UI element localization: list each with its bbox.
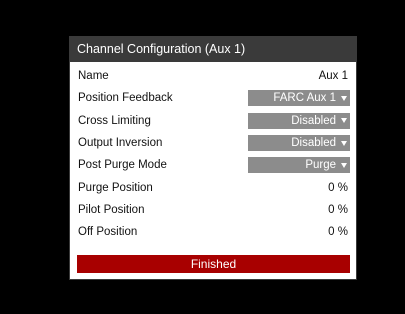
- post-purge-mode-label: Post Purge Mode: [78, 159, 167, 172]
- cross-limiting-select[interactable]: Disabled: [248, 112, 350, 129]
- finished-button[interactable]: Finished: [77, 255, 350, 273]
- caret-down-icon: [341, 118, 347, 124]
- cross-limiting-value: Disabled: [291, 114, 336, 127]
- post-purge-mode-select[interactable]: Purge: [248, 157, 350, 174]
- row-post-purge-mode: Post Purge Mode Purge: [78, 154, 350, 176]
- row-off-position: Off Position 0 %: [78, 221, 350, 243]
- caret-down-icon: [341, 95, 347, 101]
- row-purge-position: Purge Position 0 %: [78, 176, 350, 198]
- row-pilot-position: Pilot Position 0 %: [78, 199, 350, 221]
- channel-configuration-dialog: Channel Configuration (Aux 1) Name Aux 1…: [69, 36, 357, 280]
- post-purge-mode-value: Purge: [305, 159, 336, 172]
- output-inversion-select[interactable]: Disabled: [248, 135, 350, 152]
- row-cross-limiting: Cross Limiting Disabled: [78, 110, 350, 132]
- purge-position-label: Purge Position: [78, 181, 153, 194]
- off-position-label: Off Position: [78, 226, 138, 239]
- position-feedback-value: FARC Aux 1: [273, 92, 336, 105]
- output-inversion-value: Disabled: [291, 137, 336, 150]
- cross-limiting-label: Cross Limiting: [78, 114, 151, 127]
- pilot-position-label: Pilot Position: [78, 203, 145, 216]
- row-output-inversion: Output Inversion Disabled: [78, 132, 350, 154]
- output-inversion-label: Output Inversion: [78, 137, 163, 150]
- settings-list: Name Aux 1 Position Feedback FARC Aux 1 …: [70, 65, 356, 243]
- purge-position-value[interactable]: 0 %: [328, 182, 350, 194]
- position-feedback-label: Position Feedback: [78, 92, 173, 105]
- row-name: Name Aux 1: [78, 65, 350, 87]
- name-label: Name: [78, 70, 109, 83]
- off-position-value[interactable]: 0 %: [328, 226, 350, 238]
- pilot-position-value[interactable]: 0 %: [328, 204, 350, 216]
- caret-down-icon: [341, 162, 347, 168]
- row-position-feedback: Position Feedback FARC Aux 1: [78, 87, 350, 109]
- position-feedback-select[interactable]: FARC Aux 1: [248, 90, 350, 107]
- name-value: Aux 1: [318, 70, 348, 83]
- caret-down-icon: [341, 140, 347, 146]
- dialog-title: Channel Configuration (Aux 1): [70, 37, 356, 62]
